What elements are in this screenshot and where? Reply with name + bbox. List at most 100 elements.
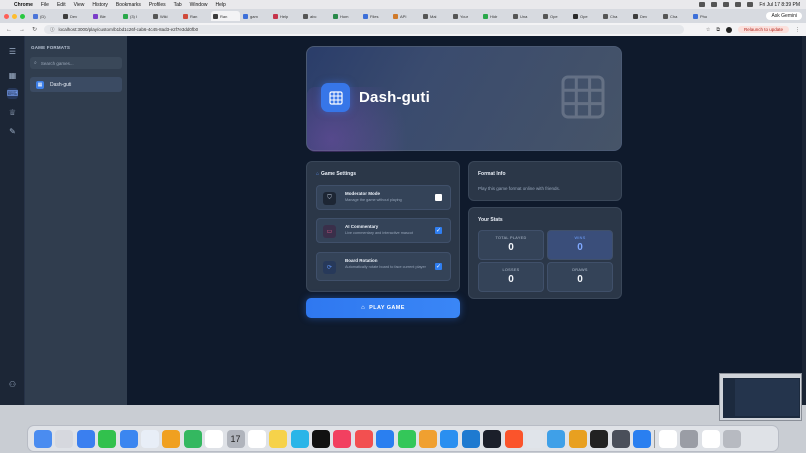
user-icon[interactable]: ⚇ — [7, 379, 18, 390]
dock-app-icon[interactable] — [98, 429, 117, 448]
close-window-button[interactable] — [4, 13, 9, 19]
tag-icon[interactable]: ✎ — [7, 126, 18, 137]
browser-tab[interactable]: Pho — [691, 11, 720, 21]
menu-icon[interactable]: ☰ — [7, 46, 18, 57]
browser-tab[interactable]: Ran — [181, 11, 210, 21]
dock-app-icon[interactable] — [354, 429, 373, 448]
bookmark-star-icon[interactable]: ☆ — [706, 27, 710, 33]
dock-app-icon[interactable] — [333, 429, 352, 448]
sidebar-item-dash-guti[interactable]: ▦ Dash-guti — [30, 77, 122, 92]
menu-edit[interactable]: Edit — [57, 2, 66, 8]
browser-tab[interactable]: Hidr — [481, 11, 510, 21]
dock-app-icon[interactable] — [419, 429, 438, 448]
profile-avatar[interactable] — [725, 26, 732, 33]
battery-icon[interactable] — [735, 2, 742, 7]
dock-app-icon[interactable] — [55, 429, 74, 448]
status-icon[interactable] — [699, 2, 706, 7]
dock-app-icon[interactable] — [525, 429, 544, 448]
browser-tab[interactable]: API — [391, 11, 420, 21]
dock-app-icon[interactable] — [376, 429, 395, 448]
browser-tab[interactable]: Ope — [571, 11, 600, 21]
dock-app-icon[interactable] — [701, 429, 720, 448]
dock-app-icon[interactable] — [658, 429, 677, 448]
browser-tab[interactable]: Una — [511, 11, 540, 21]
scrollbar[interactable] — [802, 36, 806, 405]
dock-app-icon[interactable] — [76, 429, 95, 448]
maximize-window-button[interactable] — [20, 13, 25, 19]
browser-tab[interactable]: Ran — [211, 11, 240, 21]
menu-help[interactable]: Help — [215, 2, 225, 8]
minimize-window-button[interactable] — [12, 13, 17, 19]
dock-app-icon[interactable] — [312, 429, 331, 448]
dock-app-icon[interactable] — [162, 429, 181, 448]
status-icon[interactable] — [711, 2, 718, 7]
wifi-icon[interactable] — [723, 2, 730, 7]
extensions-icon[interactable]: ⧉ — [716, 27, 720, 33]
menu-app-name[interactable]: Chrome — [14, 2, 33, 8]
forward-icon[interactable]: → — [19, 27, 25, 33]
menu-tab[interactable]: Tab — [174, 2, 182, 8]
browser-tab[interactable]: Ope — [541, 11, 570, 21]
browser-tab[interactable]: (3) I — [121, 11, 150, 21]
dock-app-icon[interactable] — [34, 429, 52, 448]
screenshot-thumbnail[interactable] — [719, 373, 802, 421]
browser-tab[interactable]: abc — [301, 11, 330, 21]
browser-tab[interactable]: Dev — [61, 11, 90, 21]
dock-app-icon[interactable] — [205, 429, 224, 448]
search-icon[interactable] — [747, 2, 754, 7]
dock-app-icon[interactable] — [290, 429, 309, 448]
browser-tab[interactable]: Files — [361, 11, 390, 21]
menu-history[interactable]: History — [92, 2, 108, 8]
menu-window[interactable]: Window — [190, 2, 208, 8]
dock-app-icon[interactable] — [632, 429, 651, 448]
dock-app-icon[interactable] — [397, 429, 416, 448]
dock-app-icon[interactable] — [568, 429, 587, 448]
search-games-input[interactable]: ⌕ Search games... — [30, 57, 122, 69]
menu-bookmarks[interactable]: Bookmarks — [116, 2, 141, 8]
address-bar[interactable]: ⓘ localhost:3000/play/custom/b1bd1c26f-c… — [44, 25, 685, 34]
browser-tab[interactable]: Ble — [91, 11, 120, 21]
moderator-mode-checkbox[interactable] — [435, 194, 442, 201]
dock-app-icon[interactable] — [269, 429, 288, 448]
dock-app-icon[interactable] — [504, 429, 523, 448]
play-game-button[interactable]: ⌂ PLAY GAME — [306, 298, 460, 318]
browser-tab[interactable]: Wiki — [151, 11, 180, 21]
browser-tab[interactable]: (D) — [31, 11, 60, 21]
trophy-icon[interactable]: ♕ — [7, 107, 18, 118]
browser-tab[interactable]: Mai — [421, 11, 450, 21]
browser-tab[interactable]: Cha — [601, 11, 630, 21]
back-icon[interactable]: ← — [6, 27, 12, 33]
site-info-icon[interactable]: ⓘ — [50, 27, 55, 33]
relaunch-button[interactable]: Relaunch to update — [737, 26, 789, 33]
dock-app-icon[interactable] — [247, 429, 266, 448]
browser-tab[interactable]: Your — [451, 11, 480, 21]
board-rotation-checkbox[interactable]: ✓ — [435, 263, 442, 270]
menu-profiles[interactable]: Profiles — [149, 2, 166, 8]
dock-app-icon[interactable] — [722, 429, 741, 448]
calendar-icon[interactable]: 17 — [226, 429, 245, 448]
dock-app-icon[interactable] — [140, 429, 159, 448]
dock-app-icon[interactable] — [590, 429, 609, 448]
games-icon[interactable]: ⌨ — [7, 88, 18, 99]
dock-app-icon[interactable] — [440, 429, 459, 448]
dock-app-icon[interactable] — [611, 429, 630, 448]
menu-view[interactable]: View — [74, 2, 85, 8]
reload-icon[interactable]: ↻ — [32, 26, 37, 33]
dock-app-icon[interactable] — [183, 429, 202, 448]
dock-app-icon[interactable] — [680, 429, 699, 448]
clock[interactable]: Fri Jul 17 8:39 PM — [759, 2, 800, 8]
dock-app-icon[interactable] — [119, 429, 138, 448]
dock-app-icon[interactable] — [547, 429, 566, 448]
dock-app-icon[interactable] — [483, 429, 502, 448]
menu-kebab-icon[interactable]: ⋮ — [795, 27, 800, 33]
ai-commentary-checkbox[interactable]: ✓ — [435, 227, 442, 234]
browser-tab[interactable]: Dev — [631, 11, 660, 21]
dashboard-icon[interactable]: ▦ — [7, 70, 18, 81]
browser-tab[interactable]: gam — [241, 11, 270, 21]
ask-gemini-button[interactable]: Ask Gemini — [766, 12, 802, 20]
browser-tab[interactable]: Hom — [331, 11, 360, 21]
menu-file[interactable]: File — [41, 2, 49, 8]
dock-app-icon[interactable] — [461, 429, 480, 448]
browser-tab[interactable]: Cha — [661, 11, 690, 21]
browser-tab[interactable]: Help — [271, 11, 300, 21]
